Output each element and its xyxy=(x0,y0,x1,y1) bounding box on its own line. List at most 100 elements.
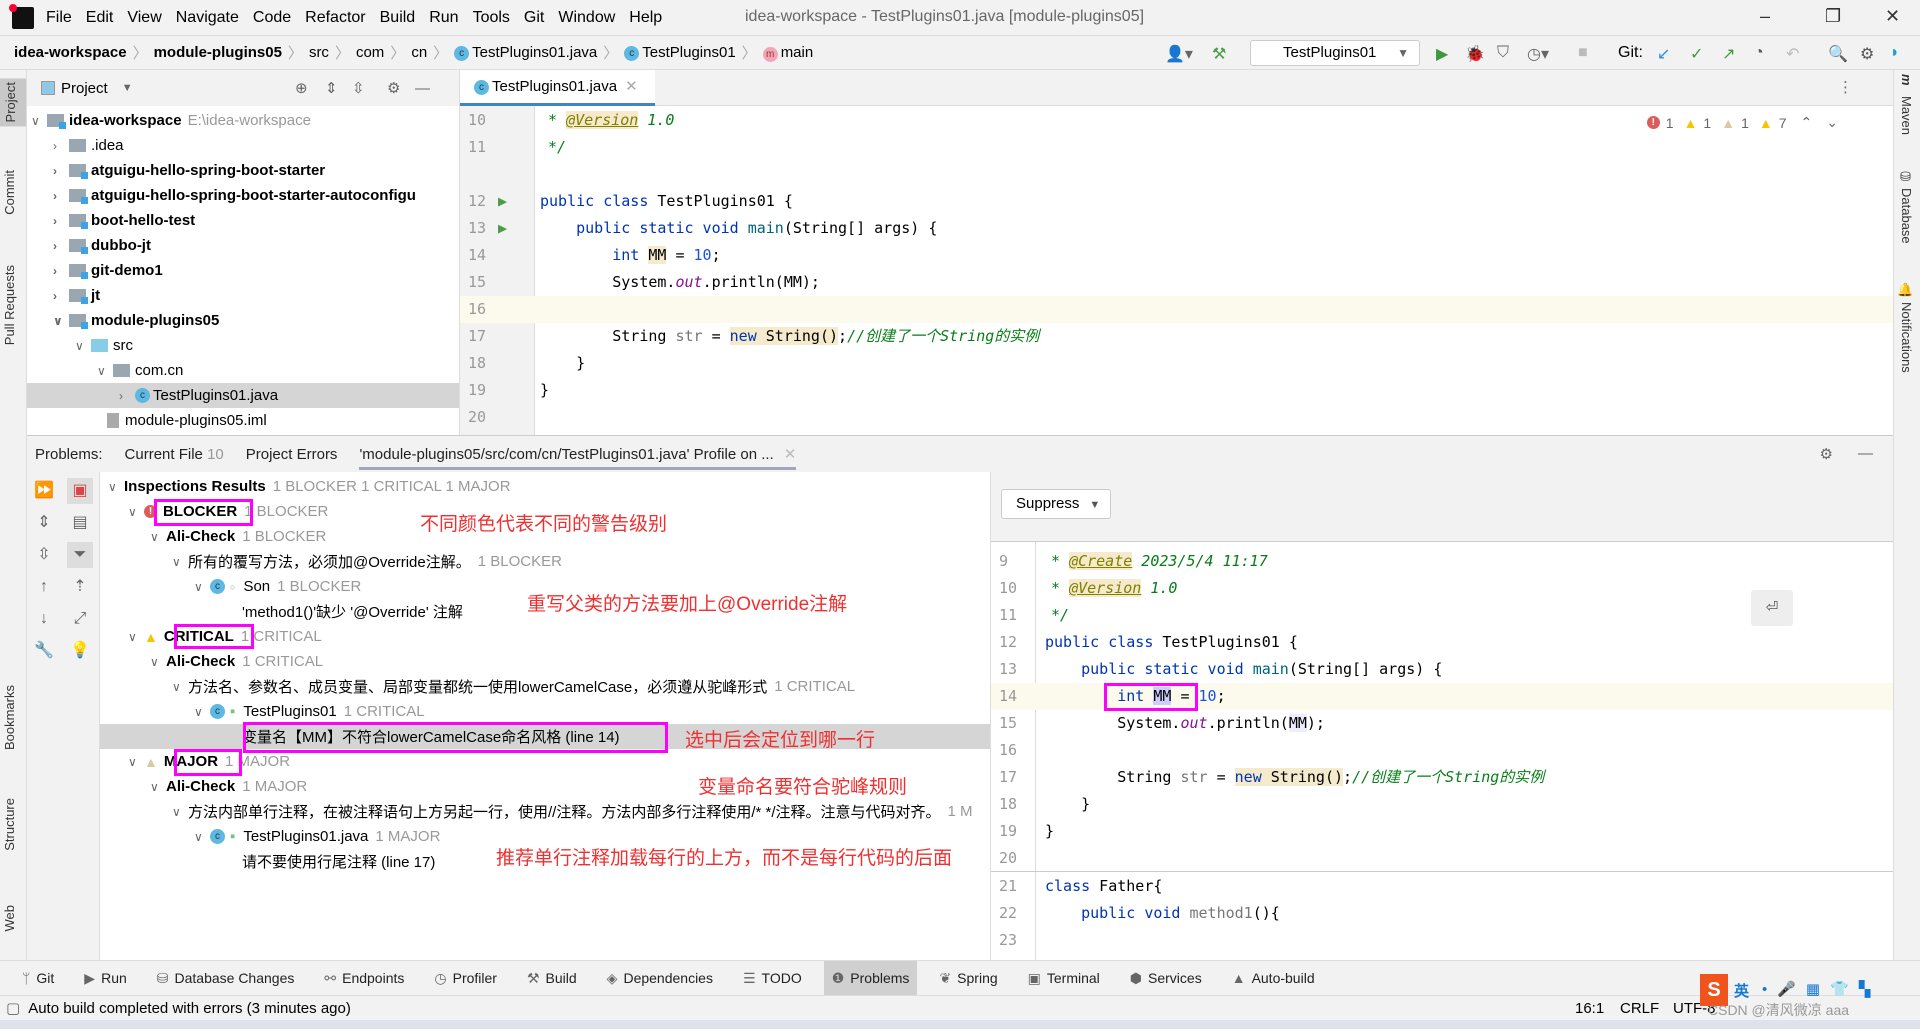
line-ending[interactable]: CRLF xyxy=(1620,1000,1659,1017)
profiler-icon[interactable]: ◷▾ xyxy=(1527,44,1549,64)
toolwindow-endpoints[interactable]: ⚯ Endpoints xyxy=(316,961,412,995)
user-icon[interactable]: 👤▾ xyxy=(1165,44,1193,64)
settings-gear-icon[interactable]: ⚙ xyxy=(1860,44,1874,64)
code-line[interactable]: 10 * @Version 1.0 xyxy=(460,107,1893,134)
tool-tab-database[interactable]: Database xyxy=(1899,188,1914,244)
tree-row-rule[interactable]: ∨ 方法名、参数名、成员变量、局部变量都统一使用lowerCamelCase，必须… xyxy=(100,674,1017,699)
breadcrumb-module[interactable]: module-plugins05 xyxy=(154,44,282,61)
git-commit-icon[interactable]: ✓ xyxy=(1690,44,1703,64)
quick-fix-bulb-icon[interactable]: 💡 xyxy=(67,638,93,664)
toolwindow-database-changes[interactable]: ⛁ Database Changes xyxy=(149,961,303,995)
tab-current-file[interactable]: Current File 10 xyxy=(125,446,224,463)
git-update-icon[interactable]: ↙ xyxy=(1657,44,1670,64)
code-line[interactable]: 15 System.out.println(MM); xyxy=(460,269,1893,296)
breadcrumb-class[interactable]: c TestPlugins01 xyxy=(624,44,736,61)
ime-toolbar-icons[interactable]: •🎤▦👕▚ xyxy=(1762,980,1880,998)
toolbox-icon[interactable]: ◗ xyxy=(1890,44,1900,62)
toolwindow-build[interactable]: ⚒ Build xyxy=(519,961,585,995)
tree-item-module[interactable]: › atguigu-hello-spring-boot-starter-autoc… xyxy=(27,183,459,208)
next-problem-icon[interactable]: ↓ xyxy=(31,606,57,632)
toolwindow-profiler[interactable]: ◷ Profiler xyxy=(426,961,505,995)
editor-tab-testplugins01[interactable]: c TestPlugins01.java ✕ xyxy=(460,70,655,106)
tab-project-errors[interactable]: Project Errors xyxy=(246,446,338,463)
code-line-current[interactable]: 16 xyxy=(460,296,1893,323)
toolwindow-dependencies[interactable]: ◈ Dependencies xyxy=(599,961,721,995)
breadcrumb-idea-workspace[interactable]: idea-workspace xyxy=(14,44,127,61)
breadcrumb-com[interactable]: com xyxy=(356,44,384,61)
settings-gear-icon[interactable]: ⚙ xyxy=(1820,445,1833,463)
code-line[interactable]: 19} xyxy=(460,377,1893,404)
collapse-all-icon[interactable]: ⇳ xyxy=(31,542,57,568)
breadcrumb-method[interactable]: m main xyxy=(762,44,813,62)
project-title[interactable]: Project xyxy=(61,80,108,97)
git-push-icon[interactable]: ↗ xyxy=(1722,44,1735,64)
tool-tab-structure[interactable]: Structure xyxy=(2,798,17,851)
hide-icon[interactable]: — xyxy=(415,80,430,97)
tree-item-src[interactable]: ∨ src xyxy=(27,333,459,358)
export-icon[interactable]: ⇡ xyxy=(67,574,93,600)
filter-icon[interactable]: ⏷ xyxy=(67,542,93,568)
tool-tab-web[interactable]: Web xyxy=(2,905,17,932)
code-line[interactable]: 11 */ xyxy=(460,134,1893,161)
minimize-button[interactable]: – xyxy=(1760,6,1770,27)
tree-item-module[interactable]: › boot-hello-test xyxy=(27,208,459,233)
toolwindow-services[interactable]: ⬢ Services xyxy=(1122,961,1210,995)
run-gutter-icon[interactable]: ▶ xyxy=(498,188,507,215)
more-options-icon[interactable]: ⋮ xyxy=(1838,78,1853,96)
tree-item-iml[interactable]: module-plugins05.iml xyxy=(27,408,459,433)
tab-inspection-profile[interactable]: 'module-plugins05/src/com/cn/TestPlugins… xyxy=(359,438,797,470)
toolwindow-problems[interactable]: ❶ Problems xyxy=(823,961,918,995)
code-line[interactable]: 17 String str = new String();//创建了一个Stri… xyxy=(460,323,1893,350)
close-tab-icon[interactable]: ✕ xyxy=(784,446,797,463)
debug-icon[interactable]: 🐞 xyxy=(1465,44,1485,64)
menu-file[interactable]: File xyxy=(46,9,72,27)
tree-item-java-file[interactable]: › c TestPlugins01.java xyxy=(27,383,459,408)
tool-tab-maven[interactable]: Maven xyxy=(1899,96,1914,135)
toolwindow-spring[interactable]: ❦ Spring xyxy=(931,961,1005,995)
locate-icon[interactable]: ⊕ xyxy=(295,79,308,97)
expand-all-icon[interactable]: ⇕ xyxy=(31,510,57,536)
group-by-severity-icon[interactable]: ▣ xyxy=(67,478,93,504)
run-icon[interactable]: ▶ xyxy=(1436,44,1448,64)
git-history-icon[interactable]: ◔ xyxy=(1754,44,1764,62)
code-line[interactable]: 18 } xyxy=(460,350,1893,377)
toolwindow-todo[interactable]: ☰ TODO xyxy=(735,961,810,995)
tree-item-idea[interactable]: › .idea xyxy=(27,133,459,158)
tree-item-module[interactable]: › jt xyxy=(27,283,459,308)
code-line[interactable]: 20 xyxy=(460,404,1893,431)
menu-run[interactable]: Run xyxy=(429,9,458,27)
tree-item-module[interactable]: › atguigu-hello-spring-boot-starter xyxy=(27,158,459,183)
git-rollback-icon[interactable]: ↶ xyxy=(1786,44,1799,64)
tree-row-rule[interactable]: ∨ 方法内部单行注释，在被注释语句上方另起一行，使用//注释。方法内部多行注释使用… xyxy=(100,799,1017,824)
tool-tab-project[interactable]: Project xyxy=(0,78,26,127)
collapse-all-icon[interactable]: ⇳ xyxy=(352,79,365,97)
close-button[interactable]: ✕ xyxy=(1885,6,1900,27)
status-message[interactable]: Auto build completed with errors (3 minu… xyxy=(28,1000,351,1017)
toolwindow-run[interactable]: ▶ Run xyxy=(76,961,134,995)
tree-item-package[interactable]: ∨ com.cn xyxy=(27,358,459,383)
group-by-directory-icon[interactable]: ▤ xyxy=(67,510,93,536)
chevron-down-icon[interactable]: ▼ xyxy=(122,82,133,94)
tool-tab-pull-requests[interactable]: Pull Requests xyxy=(2,265,17,345)
toolwindow-git[interactable]: ᛘ Git xyxy=(14,961,62,995)
tree-item-root[interactable]: ∨ idea-workspace E:\idea-workspace xyxy=(27,108,459,133)
tree-item-module[interactable]: ∨ module-plugins05 xyxy=(27,308,459,333)
menu-git[interactable]: Git xyxy=(524,9,544,27)
breadcrumb-src[interactable]: src xyxy=(309,44,329,61)
caret-position[interactable]: 16:1 xyxy=(1575,1000,1604,1017)
run-gutter-icon[interactable]: ▶ xyxy=(498,215,507,242)
expand-all-icon[interactable]: ⇕ xyxy=(325,79,338,97)
breadcrumb-cn[interactable]: cn xyxy=(411,44,427,61)
menu-view[interactable]: View xyxy=(127,9,161,27)
toolwindow-auto-build[interactable]: ▲ Auto-build xyxy=(1224,961,1323,995)
tree-row-ali-check[interactable]: ∨ Ali-Check 1 CRITICAL xyxy=(100,649,1017,674)
rerun-icon[interactable]: ⏩ xyxy=(31,478,57,504)
stop-icon[interactable]: ■ xyxy=(1578,44,1588,62)
search-icon[interactable]: 🔍 xyxy=(1828,44,1848,64)
restore-button[interactable]: ❐ xyxy=(1825,6,1841,27)
coverage-icon[interactable]: ⛉ xyxy=(1497,44,1509,62)
ime-language[interactable]: 英 xyxy=(1734,980,1749,1001)
close-tab-icon[interactable]: ✕ xyxy=(625,78,638,95)
previous-problem-icon[interactable]: ↑ xyxy=(31,574,57,600)
menu-window[interactable]: Window xyxy=(558,9,615,27)
